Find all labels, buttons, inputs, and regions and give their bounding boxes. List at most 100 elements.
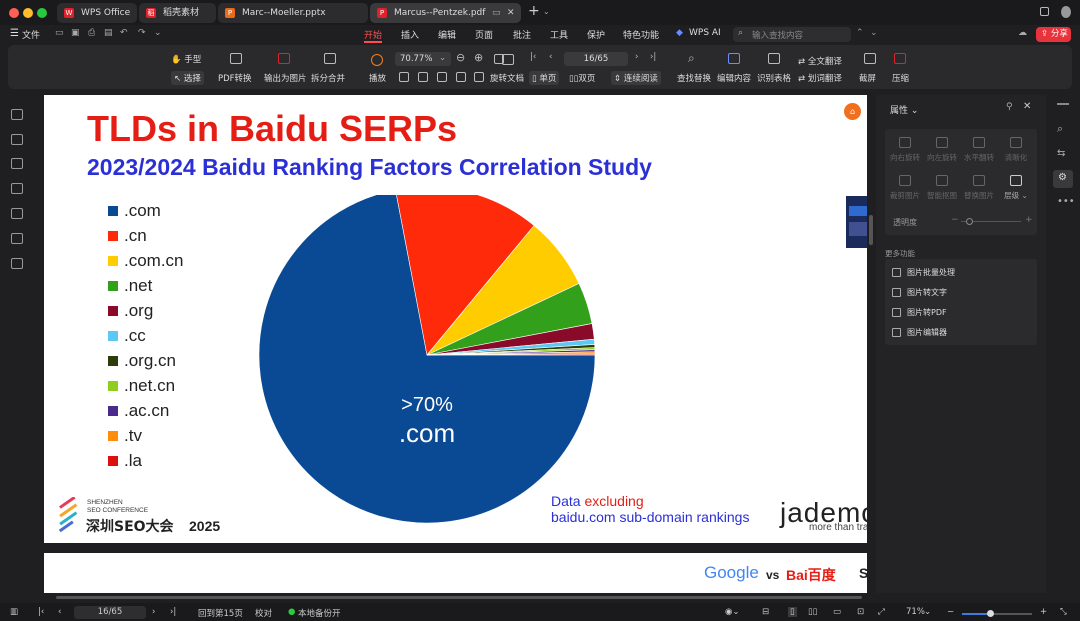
outline-icon[interactable] (11, 109, 23, 120)
layer-tool[interactable]: 层级 ⌄ (998, 175, 1034, 201)
image-to-text-item[interactable]: 图片转文字 (892, 287, 947, 298)
status-double-page-icon[interactable]: ▯▯ (808, 607, 817, 617)
back-to-page-link[interactable]: 回到第15页 (198, 607, 243, 619)
ribbon-collapse-icon[interactable]: ⌄ (870, 28, 878, 38)
sharpen-tool[interactable]: 清晰化 (998, 137, 1034, 163)
last-page-icon[interactable]: ›| (650, 52, 656, 62)
status-fit-page-icon[interactable]: ⊡ (857, 607, 864, 617)
screenshot-button[interactable]: 截屏 (859, 72, 876, 84)
menu-insert[interactable]: 插入 (401, 28, 419, 41)
close-window-button[interactable] (9, 8, 19, 18)
horizontal-scrollbar[interactable] (56, 595, 866, 600)
first-page-icon[interactable]: |‹ (530, 52, 536, 62)
menu-tools[interactable]: 工具 (550, 28, 568, 41)
status-fit-width-icon[interactable]: ⊟ (762, 607, 769, 617)
menu-start[interactable]: 开始 (364, 28, 382, 41)
single-page-button[interactable]: ▯ 单页 (529, 71, 560, 85)
status-fit-icon[interactable]: ⤡ (1060, 607, 1067, 617)
crop-image-tool[interactable]: 裁剪图片 (887, 175, 923, 201)
status-zoom-out-icon[interactable]: − (947, 607, 954, 617)
opacity-slider-handle[interactable] (966, 218, 973, 225)
select-tool[interactable]: ↖ 选择 (171, 71, 204, 85)
recognize-table-button[interactable]: 识别表格 (757, 72, 791, 84)
rotate-right-icon[interactable] (474, 72, 484, 82)
ribbon-expand-icon[interactable]: ⌃ (856, 28, 864, 38)
word-translate-button[interactable]: ⇄ 划词翻译 (798, 72, 842, 84)
continuous-read-button[interactable]: ⇕ 连续阅读 (611, 71, 661, 85)
status-first-page-icon[interactable]: |‹ (38, 607, 44, 617)
menu-protect[interactable]: 保护 (587, 28, 605, 41)
smart-cutout-tool[interactable]: 智能抠图 (924, 175, 960, 201)
opacity-plus-icon[interactable]: + (1025, 215, 1033, 225)
page-number-input[interactable]: 16/65 (564, 52, 628, 66)
tab-list-chevron-icon[interactable]: ⌄ (543, 7, 550, 16)
rail-more-icon[interactable]: ••• (1057, 196, 1075, 207)
full-translate-button[interactable]: ⇄ 全文翻译 (798, 55, 842, 67)
split-merge-button[interactable]: 拆分合并 (311, 72, 345, 84)
status-single-page-icon[interactable]: ▯ (788, 607, 797, 617)
eye-protect-icon[interactable]: ◉⌄ (725, 607, 740, 617)
rail-properties-button[interactable]: ⚙ (1053, 170, 1073, 188)
horizontal-scrollbar-thumb[interactable] (56, 596, 862, 599)
maximize-window-button[interactable] (37, 8, 47, 18)
menu-page[interactable]: 页面 (475, 28, 493, 41)
fields-icon[interactable] (11, 233, 23, 244)
crop-icon[interactable] (437, 72, 447, 82)
close-panel-icon[interactable]: ✕ (1023, 101, 1031, 112)
prev-page-icon[interactable]: ‹ (549, 52, 552, 62)
vertical-scrollbar[interactable] (868, 95, 874, 593)
export-icon[interactable]: ▤ (104, 28, 113, 38)
tab-wps-office[interactable]: W WPS Office (57, 3, 137, 23)
proofread-button[interactable]: 校对 (255, 607, 272, 619)
opacity-slider[interactable] (961, 218, 1021, 225)
tab-daoke[interactable]: 稻稻壳素材 (139, 3, 216, 23)
layers-icon[interactable] (11, 258, 23, 269)
quick-access-chevron-icon[interactable]: ⌄ (154, 28, 162, 38)
status-book-icon[interactable]: ▭ (833, 607, 841, 617)
scrollbar-thumb[interactable] (869, 215, 873, 245)
comment-icon[interactable]: ▭ (492, 3, 501, 23)
fit-width-icon[interactable] (418, 72, 428, 82)
tab-pptx[interactable]: P Marc--Moeller.pptx (218, 3, 368, 23)
menu-wps-ai[interactable]: WPS AI (689, 28, 721, 38)
sidebar-toggle-icon[interactable]: ▥ (10, 607, 18, 617)
redo-icon[interactable]: ↷ (138, 28, 146, 38)
status-last-page-icon[interactable]: ›| (170, 607, 176, 617)
batch-image-item[interactable]: 图片批量处理 (892, 267, 955, 278)
tab-pdf[interactable]: P Marcus--Pentzek.pdf ▭ ✕ (370, 3, 521, 23)
rotate-right-tool[interactable]: 向右旋转 (887, 137, 923, 163)
compress-button[interactable]: 压缩 (892, 72, 909, 84)
edit-content-button[interactable]: 编辑内容 (717, 72, 751, 84)
image-editor-item[interactable]: 图片编辑器 (892, 327, 947, 338)
thumbnail-icon[interactable] (11, 158, 23, 169)
status-zoom-level[interactable]: 71% (906, 607, 925, 617)
status-zoom-handle[interactable] (987, 610, 994, 617)
rotate-document-button[interactable]: 旋转文档 (490, 72, 524, 84)
attachment-icon[interactable] (11, 208, 23, 219)
search-input[interactable]: 输入查找内容 (752, 29, 803, 41)
double-page-button[interactable]: ▯▯双页 (569, 72, 595, 84)
rail-translate-icon[interactable]: ⇆ (1057, 148, 1065, 159)
status-fullscreen-icon[interactable]: ⤢ (878, 607, 885, 617)
hand-tool[interactable]: ✋ 手型 (171, 53, 201, 65)
rail-search-icon[interactable]: ⌕ (1057, 122, 1063, 136)
next-page-icon[interactable]: › (635, 52, 638, 62)
pin-icon[interactable]: ⚲ (1006, 102, 1013, 112)
play-button[interactable]: 播放 (369, 72, 386, 84)
menu-comment[interactable]: 批注 (513, 28, 531, 41)
assistant-float-icon[interactable]: ⌂ (844, 103, 861, 120)
menu-file[interactable]: 文件 (22, 28, 40, 41)
share-button[interactable]: ⇪ 分享 (1036, 27, 1071, 42)
status-zoom-in-icon[interactable]: + (1040, 607, 1047, 617)
comment-list-icon[interactable] (11, 183, 23, 194)
floating-thumbnail[interactable] (846, 196, 867, 248)
menu-edit[interactable]: 编辑 (438, 28, 456, 41)
zoom-out-icon[interactable]: ⊖ (456, 51, 465, 64)
status-page-input[interactable]: 16/65 (74, 606, 146, 619)
rotate-left-icon[interactable] (456, 72, 466, 82)
bookmark-icon[interactable] (11, 134, 23, 145)
hamburger-menu-icon[interactable]: ☰ (10, 28, 19, 39)
restore-window-icon[interactable] (1040, 7, 1049, 16)
rotate-left-tool[interactable]: 向左旋转 (924, 137, 960, 163)
backup-status[interactable]: 本地备份开 (298, 607, 341, 619)
